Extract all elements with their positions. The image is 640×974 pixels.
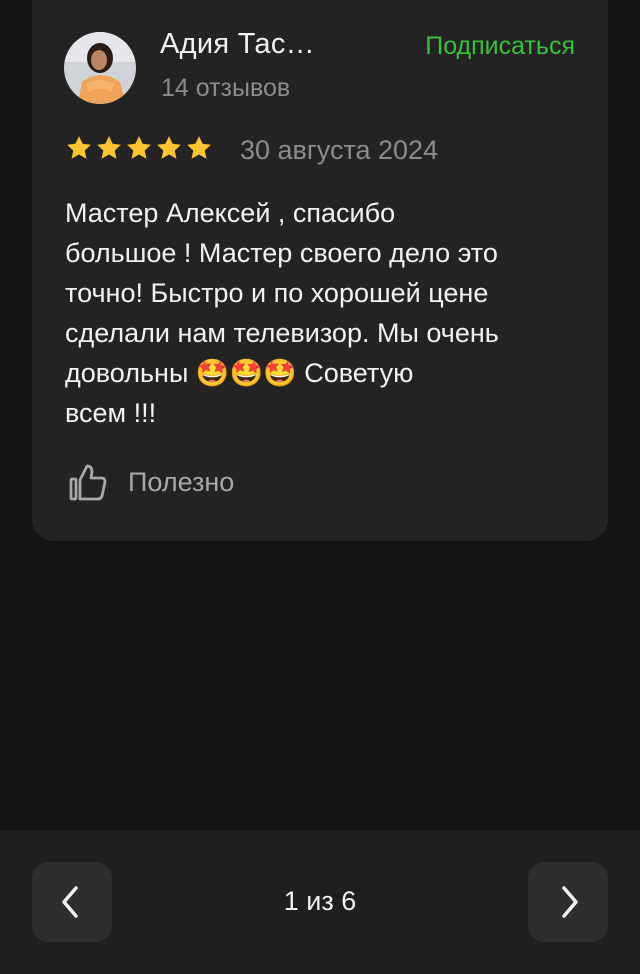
review-count: 14 отзывов bbox=[161, 74, 291, 102]
thumbs-up-icon bbox=[69, 464, 107, 501]
rating-stars bbox=[65, 134, 213, 162]
next-page-button[interactable] bbox=[528, 862, 608, 942]
star-icon bbox=[127, 136, 151, 159]
helpful-button[interactable]: Полезно bbox=[68, 462, 234, 502]
avatar[interactable] bbox=[64, 32, 136, 104]
reviews-screen: Адия Тас… 14 отзывов Подписаться 30 авгу… bbox=[0, 0, 640, 974]
star-icon bbox=[97, 136, 121, 159]
author-name[interactable]: Адия Тас… bbox=[160, 28, 315, 61]
review-card: Адия Тас… 14 отзывов Подписаться 30 авгу… bbox=[32, 0, 608, 541]
star-icon bbox=[187, 136, 211, 159]
pagination-bar: 1 из 6 bbox=[0, 830, 640, 974]
chevron-right-icon bbox=[562, 886, 578, 918]
review-text: Мастер Алексей , спасибо большое ! Масте… bbox=[65, 198, 499, 428]
review-date: 30 августа 2024 bbox=[240, 135, 439, 165]
helpful-label: Полезно bbox=[128, 466, 235, 497]
star-icon bbox=[157, 136, 181, 159]
subscribe-button[interactable]: Подписаться bbox=[425, 32, 575, 61]
star-icon bbox=[67, 136, 91, 159]
